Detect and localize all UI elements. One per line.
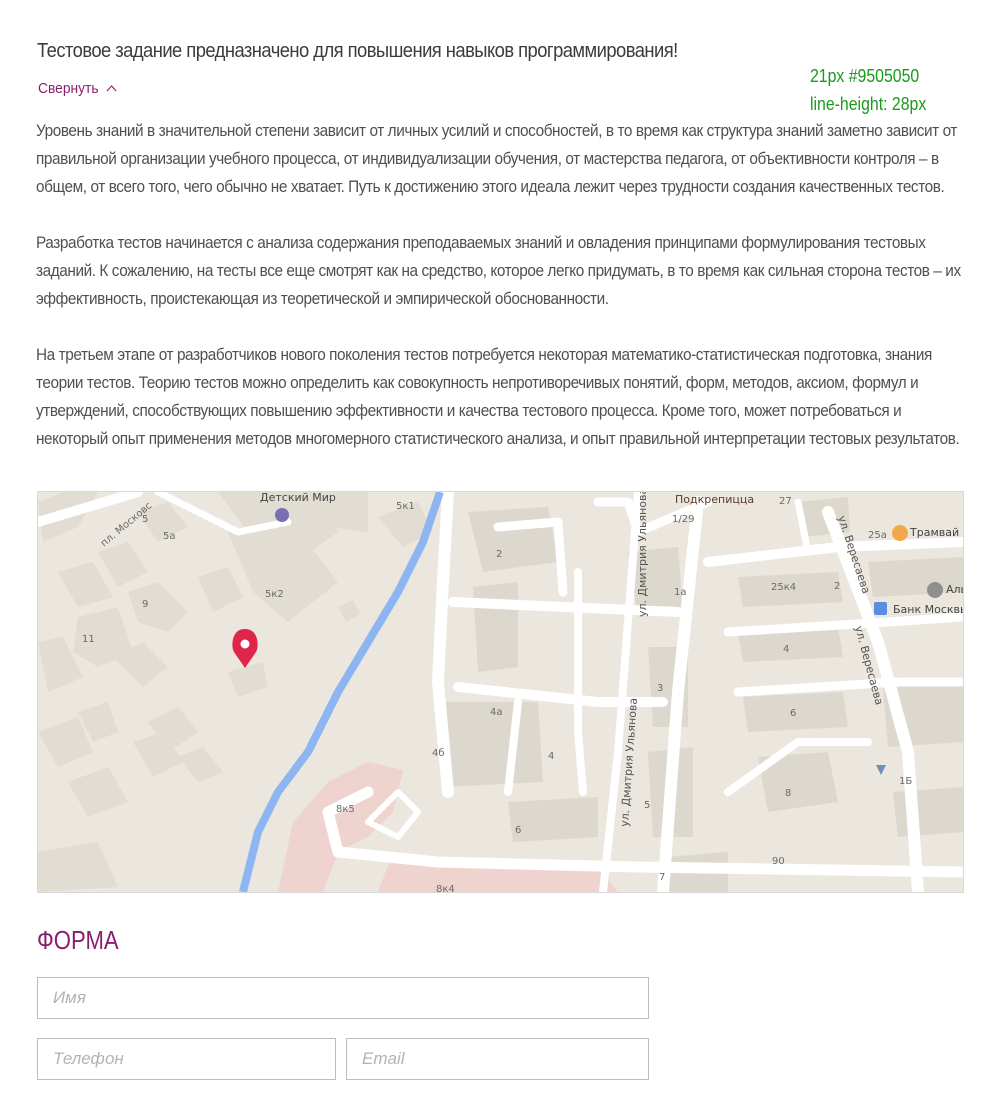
annotation-line-height: line-height: 28px [810, 94, 927, 114]
collapse-label: Свернуть [38, 80, 99, 97]
map-label: 11 [82, 634, 95, 645]
map-label: 7 [659, 872, 665, 883]
style-annotation: 21px #9505050 line-height: 28px [810, 62, 926, 118]
map-label: Трамвай [909, 526, 959, 539]
map-label: 2 [834, 581, 840, 592]
name-field[interactable] [37, 977, 649, 1019]
map-label: 1Б [899, 776, 912, 787]
map-label: 5а [163, 531, 176, 542]
map-label: 2 [496, 549, 502, 560]
map-label: Аль [946, 583, 963, 596]
map-label: 8 [785, 788, 791, 799]
map-label: 8к5 [336, 804, 355, 815]
map-label: 4 [783, 644, 789, 655]
email-field[interactable] [346, 1038, 649, 1080]
article-text: Уровень знаний в значительной степени за… [36, 117, 996, 481]
shop-icon[interactable] [275, 508, 289, 522]
map-label: 8к4 [436, 884, 455, 892]
map-label: 25к4 [771, 582, 796, 593]
map-label: 6 [515, 825, 521, 836]
atm-icon[interactable] [927, 582, 943, 598]
restaurant-icon[interactable] [892, 525, 908, 541]
article-paragraph: На третьем этапе от разработчиков нового… [36, 346, 960, 448]
article-paragraph: Уровень знаний в значительной степени за… [36, 122, 958, 196]
form-title: ФОРМА [37, 925, 119, 955]
collapse-link[interactable]: Свернуть [38, 80, 117, 97]
map-label: 5к1 [396, 501, 415, 512]
map-label: 4б [432, 748, 445, 759]
map-label: 4 [548, 751, 554, 762]
map-canvas[interactable]: Детский Мир пл. Московс Подкрепицца Трам… [38, 492, 963, 892]
intro-title: Тестовое задание предназначено для повыш… [37, 40, 678, 62]
bank-icon[interactable] [874, 602, 887, 615]
map-label: 90 [772, 856, 785, 867]
phone-field[interactable] [37, 1038, 336, 1080]
map-label: 1а [674, 587, 687, 598]
map-label: 5 [142, 514, 148, 525]
map-label: 6 [790, 708, 796, 719]
map-label: 5 [644, 800, 650, 811]
map[interactable]: Детский Мир пл. Московс Подкрепицца Трам… [37, 491, 964, 893]
map-label: 27 [779, 496, 792, 507]
map-label: ул. Дмитрия Ульянова [636, 492, 649, 617]
map-label: Детский Мир [260, 492, 336, 504]
map-label: Подкрепицца [675, 493, 754, 506]
chevron-up-icon [106, 84, 117, 91]
map-label: 9 [142, 599, 148, 610]
map-label: 4а [490, 707, 503, 718]
map-label: Банк Москвы [893, 603, 963, 616]
article-paragraph: Разработка тестов начинается с анализа с… [36, 234, 961, 308]
map-label: 25а [868, 530, 887, 541]
map-label: 1/29 [672, 514, 694, 525]
annotation-font: 21px #9505050 [810, 66, 920, 86]
map-label: 3 [657, 683, 663, 694]
map-label: 5к2 [265, 589, 284, 600]
